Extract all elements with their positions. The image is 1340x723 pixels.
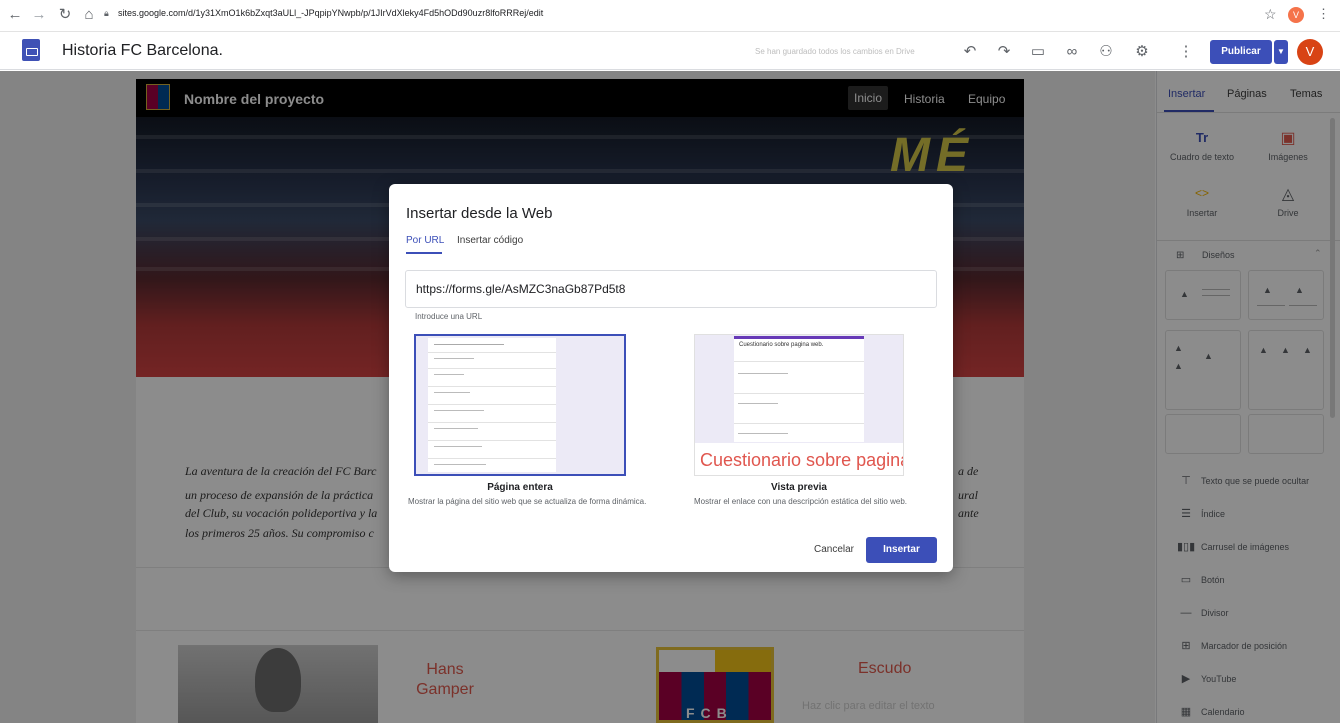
back-icon[interactable]: ←	[6, 6, 24, 24]
google-sites-icon[interactable]	[22, 39, 40, 61]
save-status: Se han guardado todos los cambios en Dri…	[755, 47, 915, 56]
preview-thumbnail	[734, 336, 864, 442]
home-icon[interactable]: ⌂	[80, 6, 98, 24]
more-options-icon[interactable]: ⋮	[1176, 42, 1196, 62]
whole-page-label[interactable]: Página entera	[414, 482, 626, 493]
forward-icon[interactable]: →	[30, 6, 48, 24]
address-bar[interactable]: sites.google.com/d/1y31XmO1k6bZxqt3aULl_…	[118, 8, 543, 18]
preview-icon[interactable]: ▭	[1028, 42, 1048, 62]
browser-profile-avatar[interactable]: V	[1288, 7, 1304, 23]
url-helper-text: Introduce una URL	[415, 312, 483, 321]
bookmark-star-icon[interactable]: ☆	[1264, 6, 1277, 23]
undo-icon[interactable]: ↶	[960, 42, 980, 62]
insert-button[interactable]: Insertar	[866, 537, 937, 563]
dialog-title: Insertar desde la Web	[406, 205, 553, 222]
settings-icon[interactable]: ⚙	[1132, 42, 1152, 62]
user-avatar[interactable]: V	[1297, 39, 1323, 65]
site-title[interactable]: Historia FC Barcelona.	[62, 42, 223, 60]
preview-label[interactable]: Vista previa	[694, 482, 904, 493]
whole-page-description: Mostrar la página del sitio web que se a…	[408, 497, 647, 506]
whole-page-thumbnail	[428, 338, 556, 472]
publish-button[interactable]: Publicar	[1210, 40, 1272, 64]
reload-icon[interactable]: ↻	[56, 6, 74, 24]
redo-icon[interactable]: ↷	[994, 42, 1014, 62]
cancel-button[interactable]: Cancelar	[806, 537, 862, 563]
active-tab-indicator	[406, 252, 442, 254]
publish-dropdown-icon[interactable]: ▼	[1274, 40, 1288, 64]
link-icon[interactable]: ∞	[1062, 42, 1082, 62]
tab-embed-code[interactable]: Insertar código	[457, 235, 523, 246]
tab-by-url[interactable]: Por URL	[406, 235, 444, 246]
url-input[interactable]	[405, 270, 937, 308]
preview-description: Mostrar el enlace con una descripción es…	[694, 497, 907, 506]
preview-card-title: Cuestionario sobre pagina web.	[739, 342, 824, 348]
lock-icon: 🔒︎	[104, 8, 109, 18]
share-icon[interactable]: ⚇	[1096, 42, 1116, 62]
browser-menu-icon[interactable]: ⋮	[1317, 6, 1330, 22]
preview-title-text: Cuestionario sobre pagina	[700, 450, 903, 470]
